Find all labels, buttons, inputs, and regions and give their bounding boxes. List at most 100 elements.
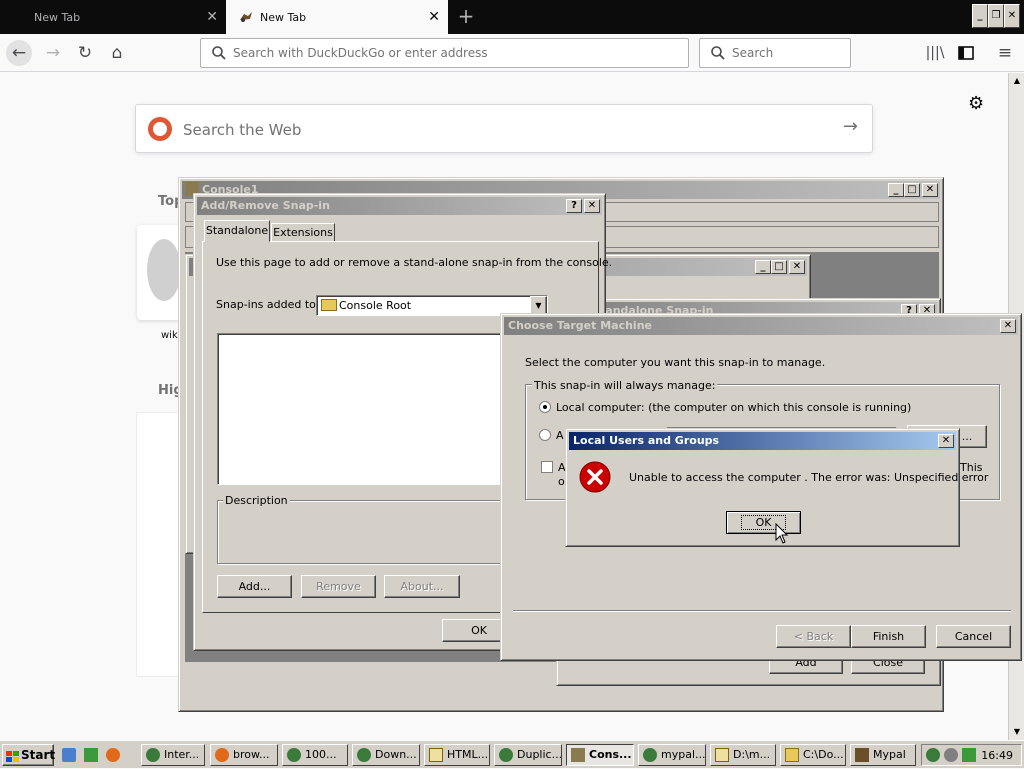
close-tab-icon[interactable]: ✕ — [428, 9, 440, 25]
network-icon[interactable] — [926, 748, 940, 762]
snapins-added-label: Snap-ins added to: — [216, 298, 320, 311]
taskbar-task[interactable]: HTML... — [424, 744, 490, 766]
error-dialog: Local Users and Groups ✕ Unable to acces… — [565, 428, 988, 547]
snapins-added-value: Console Root — [339, 299, 412, 312]
allow-change-checkbox[interactable] — [541, 461, 553, 473]
local-computer-label: Local computer: (the computer on which t… — [556, 401, 912, 414]
back-icon[interactable]: ← — [6, 40, 32, 66]
folder-icon — [321, 299, 337, 311]
sidebar-icon[interactable] — [953, 40, 979, 66]
new-tab-icon[interactable]: + — [455, 5, 477, 27]
ie-quicklaunch-icon[interactable] — [62, 748, 76, 762]
tab-label: New Tab — [260, 10, 307, 24]
show-desktop-icon[interactable] — [84, 748, 98, 762]
taskbar-task[interactable]: mypal... — [638, 744, 706, 766]
tab-new-tab-1[interactable]: New Tab ✕ — [0, 0, 226, 34]
taskbar-task[interactable]: Duplic... — [494, 744, 562, 766]
menu-icon[interactable]: ≡ — [992, 40, 1018, 66]
duckduckgo-logo-icon — [148, 117, 172, 141]
separator — [513, 610, 1011, 612]
cancel-button[interactable]: Cancel — [936, 625, 1011, 648]
back-button[interactable]: < Back — [776, 625, 851, 648]
close-icon[interactable]: ✕ — [584, 199, 600, 213]
url-bar-placeholder: Search with DuckDuckGo or enter address — [233, 46, 488, 60]
url-bar[interactable]: Search with DuckDuckGo or enter address — [200, 38, 689, 68]
search-bar[interactable]: Search — [699, 38, 851, 68]
taskbar: Start Inter... brow... 100... Down... HT… — [0, 740, 1024, 768]
tray-app-icon[interactable] — [962, 748, 976, 762]
search-icon — [212, 46, 226, 60]
start-label: Start — [21, 748, 56, 762]
volume-icon[interactable] — [944, 748, 958, 762]
finish-button[interactable]: Finish — [851, 625, 926, 648]
allow-change-label-line2: o — [558, 475, 565, 488]
home-icon[interactable]: ⌂ — [104, 40, 130, 66]
search-icon — [711, 46, 725, 60]
error-icon — [579, 461, 611, 493]
clock: 16:49 — [981, 749, 1013, 762]
manage-group-label: This snap-in will always manage: — [532, 379, 718, 392]
top-site-tile[interactable] — [137, 225, 183, 320]
taskbar-task-active[interactable]: Cons... — [566, 744, 634, 766]
close-icon[interactable]: ✕ — [1000, 319, 1016, 333]
maximize-icon[interactable]: □ — [904, 183, 920, 197]
scroll-up-icon[interactable]: ▲ — [1010, 73, 1024, 89]
forward-icon[interactable]: → — [40, 40, 66, 66]
target-prompt: Select the computer you want this snap-i… — [525, 356, 826, 369]
error-titlebar: Local Users and Groups ✕ — [569, 432, 956, 450]
tab-standalone[interactable]: Standalone — [204, 220, 270, 242]
minimize-icon[interactable]: _ — [755, 260, 771, 274]
mypal-icon — [238, 9, 254, 25]
system-tray: 16:49 — [921, 744, 1022, 766]
scroll-down-icon[interactable]: ▼ — [1010, 724, 1024, 740]
maximize-icon[interactable]: □ — [771, 260, 787, 274]
tab-label: New Tab — [34, 10, 81, 24]
intro-text: Use this page to add or remove a stand-a… — [216, 256, 613, 269]
close-tab-icon[interactable]: ✕ — [206, 9, 218, 25]
start-button[interactable]: Start — [2, 744, 56, 766]
search-bar-placeholder: Search — [732, 46, 774, 60]
add-remove-titlebar: Add/Remove Snap-in ? ✕ — [197, 197, 602, 215]
reload-icon[interactable]: ↻ — [72, 40, 98, 66]
windows-logo-icon — [6, 749, 19, 762]
library-icon[interactable]: |||\ — [922, 40, 948, 66]
taskbar-task[interactable]: 100... — [282, 744, 348, 766]
description-group — [217, 500, 507, 564]
blank-page-icon — [12, 9, 28, 25]
taskbar-task[interactable]: C:\Do... — [780, 744, 846, 766]
snapins-list[interactable] — [217, 333, 507, 485]
arrow-right-icon[interactable]: → — [843, 116, 858, 137]
add-snapin-button[interactable]: Add... — [217, 575, 292, 598]
error-ok-button[interactable]: OK — [726, 511, 801, 534]
tab-new-tab-2[interactable]: New Tab ✕ — [226, 0, 448, 34]
close-window-icon[interactable]: ✕ — [1004, 4, 1020, 28]
tab-extensions[interactable]: Extensions — [271, 223, 335, 242]
minimize-icon[interactable]: _ — [888, 183, 904, 197]
close-icon[interactable]: ✕ — [938, 434, 954, 448]
about-snapin-button[interactable]: About... — [384, 575, 460, 598]
web-search-box[interactable]: Search the Web → — [135, 104, 873, 153]
taskbar-task[interactable]: Down... — [352, 744, 420, 766]
help-icon[interactable]: ? — [566, 199, 582, 213]
remove-snapin-button[interactable]: Remove — [301, 575, 376, 598]
description-label: Description — [223, 494, 290, 507]
add-remove-title: Add/Remove Snap-in — [201, 199, 330, 212]
taskbar-task[interactable]: D:\m... — [710, 744, 776, 766]
minimize-window-icon[interactable]: _ — [972, 4, 988, 28]
mouse-pointer-icon — [775, 523, 789, 544]
wikipedia-globe-icon — [147, 239, 181, 301]
another-computer-label: A — [556, 429, 564, 442]
restore-window-icon[interactable]: ❐ — [988, 4, 1004, 28]
taskbar-task[interactable]: Mypal — [850, 744, 916, 766]
gear-icon[interactable]: ⚙ — [968, 93, 984, 114]
taskbar-task[interactable]: brow... — [210, 744, 278, 766]
error-message: Unable to access the computer . The erro… — [629, 471, 989, 484]
close-icon[interactable]: ✕ — [922, 183, 938, 197]
another-computer-radio[interactable] — [539, 429, 551, 441]
local-computer-radio[interactable] — [539, 401, 551, 413]
error-title: Local Users and Groups — [573, 434, 720, 447]
web-search-placeholder: Search the Web — [183, 121, 302, 139]
firefox-quicklaunch-icon[interactable] — [106, 748, 120, 762]
close-icon[interactable]: ✕ — [789, 260, 805, 274]
taskbar-task[interactable]: Inter... — [141, 744, 205, 766]
